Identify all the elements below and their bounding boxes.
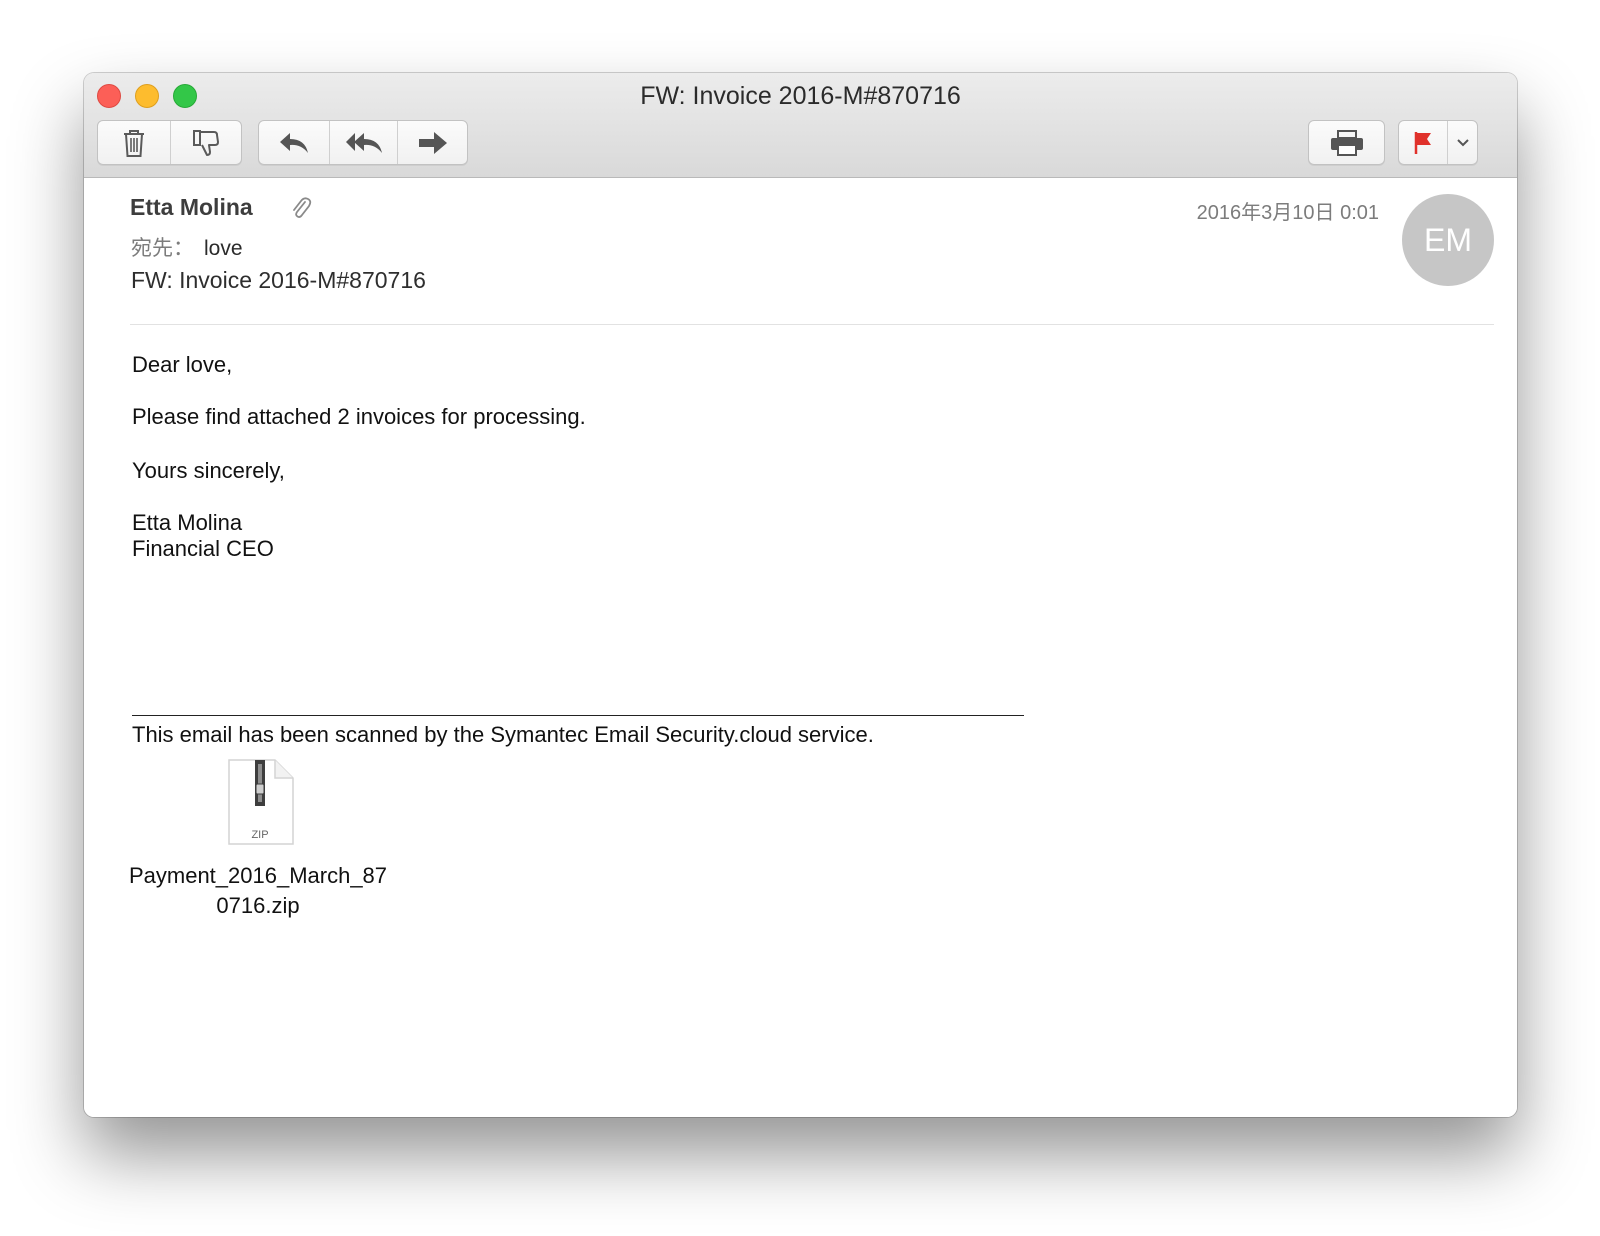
printer-icon [1329, 129, 1365, 157]
sender-avatar: EM [1402, 194, 1494, 286]
body-closing: Yours sincerely, [132, 458, 285, 483]
recipient-line: 宛先： love [131, 232, 243, 262]
message-date: 2016年3月10日 0:01 [1196, 202, 1379, 224]
forward-button[interactable] [398, 121, 467, 164]
attachment-filename[interactable]: Payment_2016_March_870716.zip [128, 861, 388, 921]
flag-button[interactable] [1399, 121, 1448, 164]
junk-button[interactable] [171, 121, 241, 164]
paperclip-icon [290, 196, 312, 227]
reply-forward-group [258, 120, 468, 165]
zip-type-label: ZIP [251, 829, 268, 841]
body-greeting: Dear love, [132, 352, 233, 377]
attachment-zip[interactable]: ZIP [227, 758, 295, 853]
mail-message-window: FW: Invoice 2016-M#870716 Etta Molina 宛先… [84, 73, 1517, 1117]
to-label: 宛先： [131, 237, 194, 260]
print-button[interactable] [1309, 121, 1384, 164]
message-view: Etta Molina 宛先： love FW: Invoice 2016-M#8… [84, 178, 1517, 1117]
trash-icon [121, 128, 147, 158]
reply-all-icon [343, 129, 385, 157]
header-divider [130, 324, 1494, 325]
body-line: Please find attached 2 invoices for proc… [132, 404, 586, 429]
disclaimer-rule [132, 715, 1024, 716]
sender-name[interactable]: Etta Molina [130, 194, 253, 221]
flag-icon [1412, 130, 1434, 156]
reply-button[interactable] [259, 121, 330, 164]
forward-icon [416, 129, 450, 157]
signature-name: Etta Molina [132, 510, 243, 535]
delete-button[interactable] [98, 121, 171, 164]
delete-junk-group [97, 120, 242, 165]
title-toolbar: FW: Invoice 2016-M#870716 [84, 73, 1517, 178]
flag-group [1398, 120, 1478, 165]
disclaimer-text: This email has been scanned by the Syman… [132, 722, 874, 747]
desktop-background: FW: Invoice 2016-M#870716 Etta Molina 宛先… [0, 0, 1600, 1236]
message-subject: FW: Invoice 2016-M#870716 [131, 267, 426, 293]
chevron-down-icon [1456, 138, 1470, 148]
signature-title: Financial CEO [132, 536, 274, 561]
zip-file-icon: ZIP [228, 759, 294, 845]
junk-icon [190, 128, 222, 158]
print-group [1308, 120, 1385, 165]
recipient-name[interactable]: love [204, 237, 243, 260]
reply-icon [277, 129, 311, 157]
flag-menu-button[interactable] [1448, 121, 1477, 164]
window-title: FW: Invoice 2016-M#870716 [640, 82, 961, 110]
reply-all-button[interactable] [330, 121, 398, 164]
